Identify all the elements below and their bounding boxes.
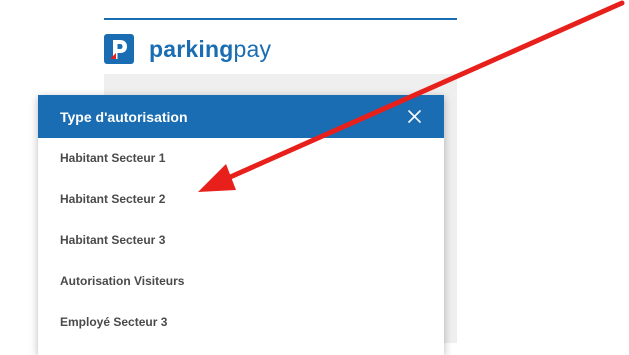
header-divider (104, 18, 457, 20)
parkingpay-logo-icon (104, 34, 134, 64)
brand-name-light: pay (233, 36, 272, 62)
authorization-option-list: Habitant Secteur 1 Habitant Secteur 2 Ha… (38, 138, 444, 343)
modal-title: Type d'autorisation (60, 108, 188, 125)
close-icon[interactable] (406, 109, 422, 125)
brand-name-bold: parking (149, 36, 234, 62)
option-habitant-secteur-2[interactable]: Habitant Secteur 2 (38, 179, 444, 220)
brand-name: parkingpay (149, 34, 271, 64)
option-habitant-secteur-3[interactable]: Habitant Secteur 3 (38, 220, 444, 261)
authorization-type-modal: Type d'autorisation Habitant Secteur 1 H… (38, 95, 444, 355)
option-autorisation-visiteurs[interactable]: Autorisation Visiteurs (38, 261, 444, 302)
parkingpay-logo: parkingpay (104, 33, 271, 65)
modal-header: Type d'autorisation (38, 95, 444, 138)
option-employe-secteur-3[interactable]: Employé Secteur 3 (38, 302, 444, 343)
option-habitant-secteur-1[interactable]: Habitant Secteur 1 (38, 138, 444, 179)
